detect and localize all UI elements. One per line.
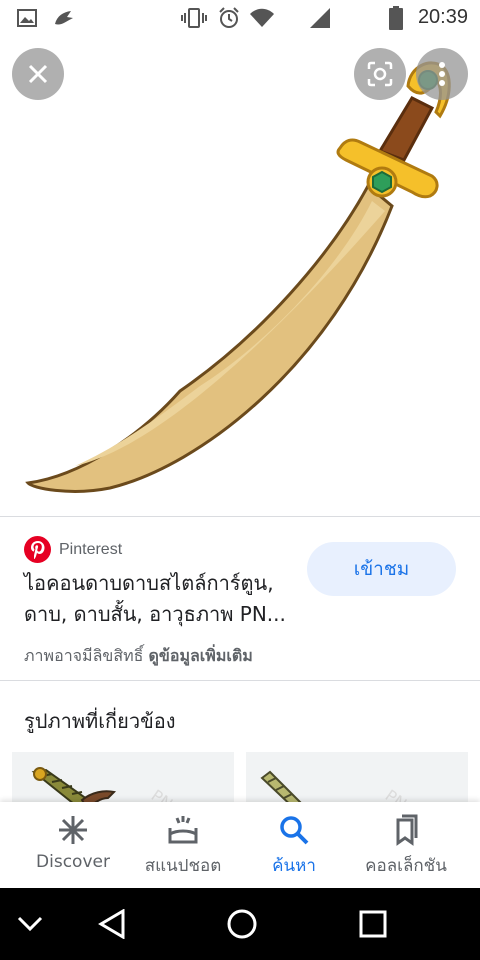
image-viewer[interactable] bbox=[0, 36, 480, 516]
battery-icon bbox=[386, 6, 406, 30]
nav-search[interactable]: ค้นหา bbox=[234, 814, 354, 879]
gallery-icon bbox=[16, 6, 38, 30]
lens-icon bbox=[367, 61, 393, 87]
chevron-down-icon bbox=[17, 916, 43, 932]
app-icon bbox=[50, 6, 76, 30]
copyright-notice: ภาพอาจมีลิขสิทธิ์ ดูข้อมูลเพิ่มเติม bbox=[24, 644, 253, 669]
sword-image bbox=[25, 61, 451, 493]
result-title[interactable]: ไอคอนดาบดาบสไตล์การ์ตูน, ดาบ, ดาบสั้น, อ… bbox=[24, 568, 294, 630]
system-navigation-bar bbox=[0, 888, 480, 960]
nav-snapshot[interactable]: สแนปชอต bbox=[123, 814, 243, 879]
back-icon bbox=[98, 909, 125, 939]
divider bbox=[0, 680, 480, 681]
nav-label: ค้นหา bbox=[272, 856, 316, 876]
back-button[interactable] bbox=[94, 906, 130, 942]
visit-button[interactable]: เข้าชม bbox=[307, 542, 456, 596]
bottom-navigation: Discover สแนปชอต ค้นหา คอลเล็กชัน bbox=[0, 802, 480, 888]
sword-handle bbox=[377, 96, 435, 162]
divider bbox=[0, 516, 480, 517]
source-name: Pinterest bbox=[59, 540, 123, 558]
close-icon bbox=[28, 64, 48, 84]
signal-icon bbox=[308, 6, 332, 30]
alarm-icon bbox=[216, 6, 242, 30]
nav-label: สแนปชอต bbox=[144, 856, 222, 876]
search-icon bbox=[280, 816, 309, 845]
status-bar: 20:39 bbox=[0, 0, 480, 36]
close-button[interactable] bbox=[12, 48, 64, 100]
learn-more-link[interactable]: ดูข้อมูลเพิ่มเติม bbox=[149, 646, 253, 665]
home-button[interactable] bbox=[224, 906, 260, 942]
nav-discover[interactable]: Discover bbox=[13, 814, 133, 872]
guard-gem bbox=[372, 170, 392, 194]
bookmarks-icon bbox=[396, 814, 418, 846]
vibrate-icon bbox=[180, 6, 208, 30]
source-row[interactable]: Pinterest bbox=[24, 536, 122, 563]
asterisk-icon bbox=[59, 816, 87, 844]
nav-label: คอลเล็กชัน bbox=[365, 856, 447, 876]
pinterest-icon bbox=[24, 536, 51, 563]
nav-collections[interactable]: คอลเล็กชัน bbox=[346, 814, 466, 879]
more-vert-icon bbox=[439, 62, 445, 86]
more-options-button[interactable] bbox=[416, 48, 468, 100]
keyboard-hide-button[interactable] bbox=[12, 906, 48, 942]
wifi-icon bbox=[248, 6, 276, 30]
clock: 20:39 bbox=[417, 6, 468, 28]
nav-label: Discover bbox=[36, 852, 110, 872]
recents-button[interactable] bbox=[355, 906, 391, 942]
lens-button[interactable] bbox=[354, 48, 406, 100]
snapshot-icon bbox=[168, 816, 198, 844]
screen: 20:39 Pinterest ไอคอนดาบดาบสไตล์การ์ตูน,… bbox=[0, 0, 480, 960]
sword-blade bbox=[25, 183, 394, 493]
related-images-heading: รูปภาพที่เกี่ยวข้อง bbox=[24, 709, 176, 733]
copyright-text: ภาพอาจมีลิขสิทธิ์ bbox=[24, 646, 144, 665]
home-icon bbox=[227, 909, 257, 939]
recents-icon bbox=[359, 910, 387, 938]
